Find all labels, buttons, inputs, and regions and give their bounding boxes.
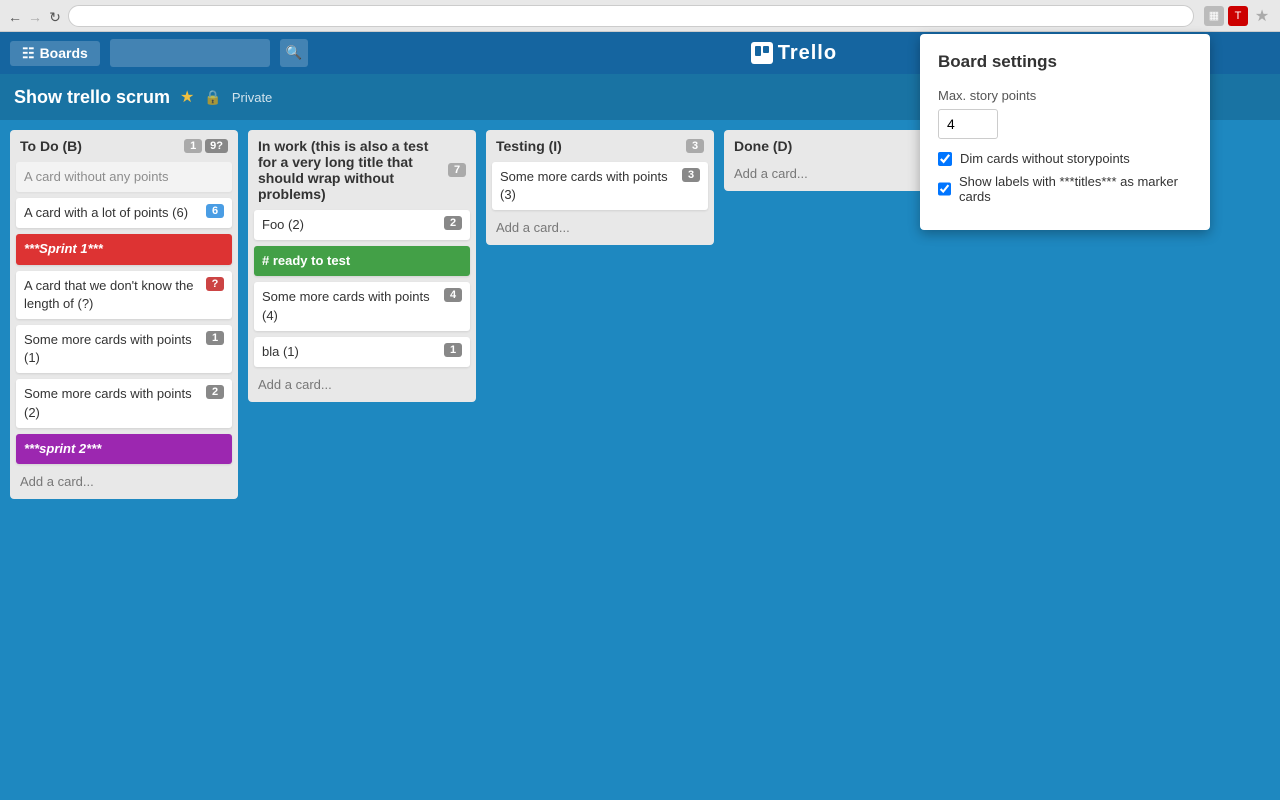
list-item[interactable]: Some more cards with points (2) 2 [16, 379, 232, 427]
extension-icon-1[interactable]: ▦ [1204, 6, 1224, 26]
boards-label: Boards [40, 45, 88, 61]
add-card-todo[interactable]: Add a card... [16, 470, 232, 493]
add-card-testing[interactable]: Add a card... [492, 216, 708, 239]
badge-total-todo: 9? [205, 139, 228, 153]
list-item[interactable]: A card with a lot of points (6) 6 [16, 198, 232, 228]
card-text: Some more cards with points (3) [500, 168, 678, 204]
badge-count-inwork: 7 [448, 163, 466, 177]
show-labels-checkbox[interactable] [938, 182, 951, 196]
list-todo: To Do (B) 1 9? A card without any points… [10, 130, 238, 499]
list-testing: Testing (I) 3 Some more cards with point… [486, 130, 714, 245]
card-text: A card with a lot of points (6) [24, 204, 202, 222]
settings-max-points-row: Max. story points [938, 88, 1192, 139]
list-header-todo: To Do (B) 1 9? [16, 136, 232, 156]
list-item[interactable]: Some more cards with points (1) 1 [16, 325, 232, 373]
extension-icon-2[interactable]: T [1228, 6, 1248, 26]
list-header-done: Done (D) [730, 136, 946, 156]
settings-show-labels-row: Show labels with ***titles*** as marker … [938, 174, 1192, 204]
list-title-todo: To Do (B) [20, 138, 82, 154]
star-icon[interactable]: ★ [180, 87, 194, 107]
list-badges-testing: 3 [686, 139, 704, 153]
search-icon: 🔍 [285, 45, 302, 61]
list-item[interactable]: bla (1) 1 [254, 337, 470, 367]
bookmark-icon[interactable]: ★ [1252, 6, 1272, 26]
list-item[interactable]: A card without any points [16, 162, 232, 192]
forward-button[interactable]: → [28, 9, 42, 23]
private-label: Private [232, 90, 272, 105]
dim-cards-checkbox[interactable] [938, 152, 952, 166]
list-header-inwork: In work (this is also a test for a very … [254, 136, 470, 204]
trello-logo-icon [751, 42, 773, 64]
list-item[interactable]: ***sprint 2*** [16, 434, 232, 464]
list-item[interactable]: ***Sprint 1*** [16, 234, 232, 264]
trello-logo-text: Trello [778, 42, 837, 65]
card-badge: 4 [444, 288, 462, 302]
card-badge: 3 [682, 168, 700, 182]
search-button[interactable]: 🔍 [280, 39, 308, 67]
search-input[interactable] [110, 39, 270, 67]
badge-count-todo: 1 [184, 139, 202, 153]
card-text: # ready to test [262, 252, 462, 270]
badge-count-testing: 3 [686, 139, 704, 153]
list-item[interactable]: A card that we don't know the length of … [16, 271, 232, 319]
show-labels-label: Show labels with ***titles*** as marker … [959, 174, 1192, 204]
address-bar[interactable] [68, 5, 1194, 27]
settings-title: Board settings [938, 52, 1192, 72]
card-text: Some more cards with points (4) [262, 288, 440, 324]
list-item[interactable]: Foo (2) 2 [254, 210, 470, 240]
list-title-testing: Testing (I) [496, 138, 562, 154]
list-item[interactable]: Some more cards with points (3) 3 [492, 162, 708, 210]
card-text: Some more cards with points (2) [24, 385, 202, 421]
card-badge: 1 [444, 343, 462, 357]
list-badges-inwork: 7 [448, 163, 466, 177]
settings-panel: Board settings Max. story points Dim car… [920, 34, 1210, 230]
card-text: Foo (2) [262, 216, 440, 234]
refresh-button[interactable]: ↻ [48, 9, 62, 23]
boards-icon: ☷ [22, 45, 35, 62]
add-card-inwork[interactable]: Add a card... [254, 373, 470, 396]
max-points-input[interactable] [938, 109, 998, 139]
back-button[interactable]: ← [8, 9, 22, 23]
list-inwork: In work (this is also a test for a very … [248, 130, 476, 402]
dim-cards-label: Dim cards without storypoints [960, 151, 1130, 166]
card-text: A card that we don't know the length of … [24, 277, 202, 313]
lock-icon: 🔒 [204, 89, 221, 106]
card-badge: 6 [206, 204, 224, 218]
list-title-done: Done (D) [734, 138, 792, 154]
card-badge: 2 [206, 385, 224, 399]
list-badges-todo: 1 9? [184, 139, 228, 153]
card-text: A card without any points [24, 168, 224, 186]
card-text: Some more cards with points (1) [24, 331, 202, 367]
card-text: ***sprint 2*** [24, 440, 224, 458]
settings-max-points-label: Max. story points [938, 88, 1192, 103]
browser-chrome: ← → ↻ ▦ T ★ [0, 0, 1280, 32]
board-title: Show trello scrum [14, 87, 170, 108]
boards-button[interactable]: ☷ Boards [10, 41, 100, 66]
browser-toolbar-icons: ▦ T ★ [1204, 6, 1272, 26]
card-badge: 2 [444, 216, 462, 230]
list-item[interactable]: Some more cards with points (4) 4 [254, 282, 470, 330]
list-done: Done (D) Add a card... [724, 130, 952, 191]
add-card-done[interactable]: Add a card... [730, 162, 946, 185]
card-text: bla (1) [262, 343, 440, 361]
list-item[interactable]: # ready to test [254, 246, 470, 276]
card-badge: 1 [206, 331, 224, 345]
settings-dim-cards-row: Dim cards without storypoints [938, 151, 1192, 166]
card-badge: ? [206, 277, 224, 291]
list-title-inwork: In work (this is also a test for a very … [258, 138, 448, 202]
card-text: ***Sprint 1*** [24, 240, 224, 258]
list-header-testing: Testing (I) 3 [492, 136, 708, 156]
